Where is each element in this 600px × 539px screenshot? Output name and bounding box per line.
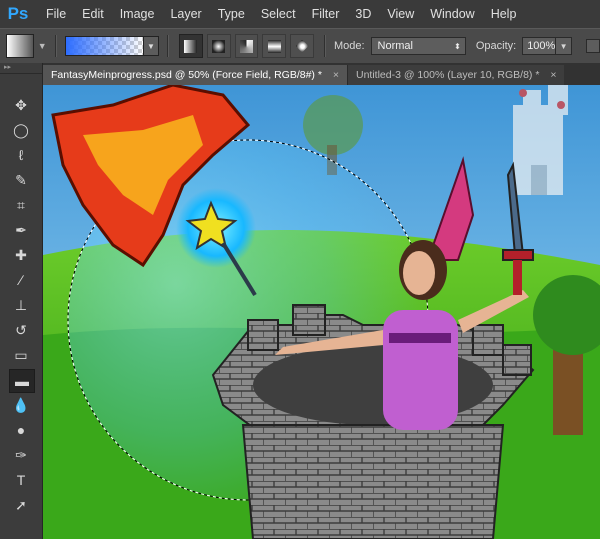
pen-tool-icon[interactable]: ✑ (9, 444, 33, 466)
document-tab[interactable]: Untitled-3 @ 100% (Layer 10, RGB/8) * × (347, 65, 565, 85)
diamond-gradient-button[interactable] (290, 34, 314, 58)
blur-tool-icon[interactable]: 💧 (9, 394, 33, 416)
menu-help[interactable]: Help (483, 0, 525, 28)
menu-file[interactable]: File (38, 0, 74, 28)
crop-tool-icon[interactable]: ⌗ (9, 194, 33, 216)
separator (54, 35, 57, 57)
menu-type[interactable]: Type (210, 0, 253, 28)
separator (166, 35, 169, 57)
panel-grip-icon[interactable]: ▸▸ (0, 63, 42, 74)
reflected-gradient-button[interactable] (262, 34, 287, 58)
tab-title: FantasyMeinprogress.psd @ 50% (Force Fie… (51, 69, 322, 81)
tool-preset-picker[interactable] (6, 34, 34, 58)
menu-select[interactable]: Select (253, 0, 304, 28)
menu-image[interactable]: Image (112, 0, 163, 28)
options-bar: ▼ ▼ Mode: Normal ⬍ Opacity: 100% ▼ (0, 28, 600, 64)
mode-select[interactable]: Normal ⬍ (370, 37, 466, 55)
marquee-tool-icon[interactable]: ◯ (9, 119, 33, 141)
opacity-input[interactable]: 100% (522, 37, 557, 55)
type-tool-icon[interactable]: T (9, 469, 33, 491)
brush-tool-icon[interactable]: ∕ (9, 269, 33, 291)
dodge-tool-icon[interactable]: ● (9, 419, 33, 441)
angle-gradient-button[interactable] (234, 34, 259, 58)
document-tab-active[interactable]: FantasyMeinprogress.psd @ 50% (Force Fie… (43, 65, 347, 85)
clone-stamp-tool-icon[interactable]: ⊥ (9, 294, 33, 316)
menu-filter[interactable]: Filter (304, 0, 348, 28)
spot-healing-tool-icon[interactable]: ✚ (9, 244, 33, 266)
updown-icon: ⬍ (454, 41, 461, 51)
linear-gradient-button[interactable] (178, 34, 203, 58)
move-tool-icon[interactable]: ✥ (9, 94, 33, 116)
quick-select-tool-icon[interactable]: ✎ (9, 169, 33, 191)
menu-3d[interactable]: 3D (347, 0, 379, 28)
mode-label: Mode: (333, 40, 365, 52)
menu-bar: Ps File Edit Image Layer Type Select Filter 3D V… (0, 0, 600, 28)
chevron-down-icon[interactable]: ▼ (38, 41, 47, 51)
eraser-tool-icon[interactable]: ▭ (9, 344, 33, 366)
separator (323, 35, 326, 57)
photoshop-logo: Ps (7, 4, 29, 23)
gradient-tool-icon[interactable]: ▬ (9, 369, 35, 393)
menu-layer[interactable]: Layer (162, 0, 209, 28)
opacity-slider-chevron-icon[interactable]: ▼ (556, 37, 573, 55)
gradient-picker-chevron-icon[interactable]: ▼ (144, 36, 159, 56)
tab-title: Untitled-3 @ 100% (Layer 10, RGB/8) * (356, 69, 540, 81)
menu-edit[interactable]: Edit (74, 0, 112, 28)
close-icon[interactable]: × (550, 69, 556, 81)
radial-gradient-button[interactable] (206, 34, 231, 58)
opacity-label: Opacity: (475, 40, 517, 52)
lasso-tool-icon[interactable]: ℓ (9, 144, 33, 166)
menu-window[interactable]: Window (422, 0, 482, 28)
document-tab-bar: FantasyMeinprogress.psd @ 50% (Force Fie… (43, 63, 600, 85)
path-select-tool-icon[interactable]: ➚ (9, 494, 33, 516)
menu-items: File Edit Image Layer Type Select Filter 3D View… (38, 0, 524, 28)
history-brush-tool-icon[interactable]: ↺ (9, 319, 33, 341)
close-icon[interactable]: × (333, 69, 339, 81)
tools-panel: ▸▸ ✥ ◯ ℓ ✎ ⌗ ✒ ✚ ∕ ⊥ ↺ ▭ ▬ 💧 ● ✑ T ➚ (0, 63, 43, 539)
reverse-checkbox[interactable] (586, 39, 600, 53)
mode-value: Normal (377, 40, 413, 52)
canvas-artwork (43, 85, 600, 539)
document-canvas[interactable] (43, 85, 600, 539)
menu-view[interactable]: View (379, 0, 422, 28)
eyedropper-tool-icon[interactable]: ✒ (9, 219, 33, 241)
gradient-editor-swatch[interactable] (64, 36, 145, 56)
